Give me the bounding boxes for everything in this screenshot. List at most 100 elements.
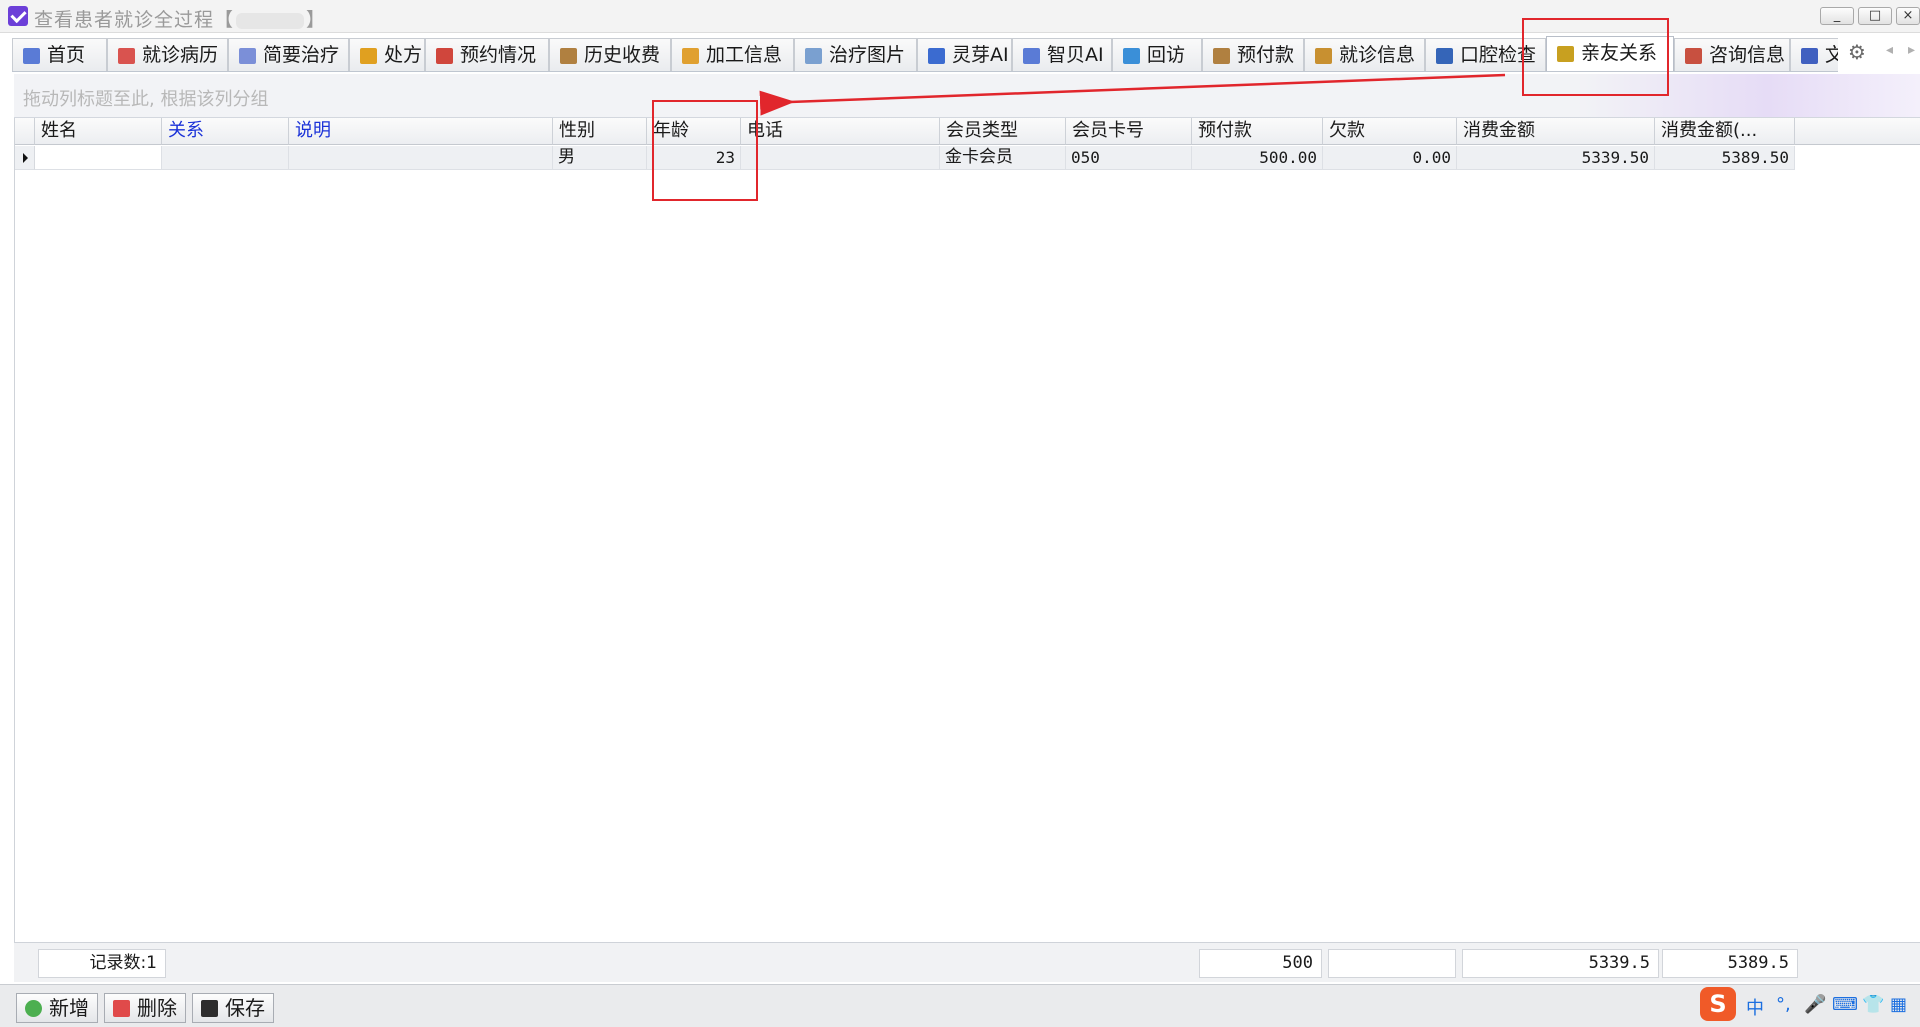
column-header-spent[interactable]: 消费金额 — [1457, 118, 1655, 145]
tab-label: 预约情况 — [460, 44, 537, 66]
column-header-card-no[interactable]: 会员卡号 — [1066, 118, 1192, 145]
refresh-icon — [1123, 48, 1140, 64]
briefcase-icon — [1436, 48, 1453, 64]
footer-spent-total: 5339.5 — [1462, 949, 1659, 978]
tab-clipboard[interactable]: 就诊信息 — [1304, 38, 1425, 71]
ime-tray: S 中 °, 🎤 ⌨ 👕 ▦ — [1700, 984, 1920, 1027]
maximize-button[interactable]: □ — [1858, 7, 1892, 25]
window-title: 查看患者就诊全过程【 】 — [34, 5, 326, 32]
column-header-filler — [1795, 118, 1920, 145]
tab-label: 加工信息 — [706, 44, 783, 66]
cell-member-type[interactable]: 金卡会员 — [940, 146, 1066, 170]
tab-label: 历史收费 — [584, 44, 661, 66]
minimize-button[interactable]: _ — [1820, 7, 1854, 25]
tab-label: 灵芽AI — [952, 44, 1009, 66]
sogou-ime-icon[interactable]: S — [1700, 987, 1736, 1021]
tab-label: 首页 — [47, 44, 86, 66]
column-header-member-type[interactable]: 会员类型 — [940, 118, 1066, 145]
process-icon — [682, 48, 699, 64]
footer-prepay-total: 500 — [1199, 949, 1322, 978]
group-by-hint: 拖动列标题至此, 根据该列分组 — [23, 89, 269, 110]
tab-scroll-left-icon[interactable]: ◂ — [1886, 42, 1893, 58]
row-indicator-icon[interactable] — [15, 146, 35, 170]
ime-mode-icon[interactable]: 中 — [1746, 994, 1764, 1020]
cell-debt[interactable]: 0.00 — [1323, 146, 1457, 170]
cell-spent-2[interactable]: 5389.50 — [1655, 146, 1795, 170]
cell-prepay[interactable]: 500.00 — [1192, 146, 1323, 170]
receipt-icon — [560, 48, 577, 64]
bottom-toolbar: 新增 删除 保存 — [0, 984, 1920, 1027]
annotation-box-age — [652, 100, 758, 201]
home-icon — [23, 48, 40, 64]
cell-card-no[interactable]: 050 — [1066, 146, 1192, 170]
record-count: 记录数:1 — [38, 949, 166, 978]
document-icon — [239, 48, 256, 64]
tab-scroll-right-icon[interactable]: ▸ — [1908, 42, 1915, 58]
tab-spellcheck[interactable]: 文档 — [1790, 38, 1838, 71]
cell-relation[interactable] — [162, 146, 289, 170]
column-header-phone[interactable]: 电话 — [741, 118, 940, 145]
column-header-debt[interactable]: 欠款 — [1323, 118, 1457, 145]
tab-label: 简要治疗 — [263, 44, 340, 66]
column-header-prepay[interactable]: 预付款 — [1192, 118, 1323, 145]
column-header-name[interactable]: 姓名 — [35, 118, 162, 145]
footer-debt-total — [1328, 949, 1456, 978]
tab-label: 文档 — [1825, 44, 1838, 66]
grid-footer: 记录数:1 500 5339.5 5389.5 — [14, 942, 1920, 982]
tab-process[interactable]: 加工信息 — [671, 38, 794, 71]
tab-label: 预付款 — [1237, 44, 1295, 66]
window-icon — [1023, 48, 1040, 64]
cell-name[interactable] — [35, 146, 162, 170]
window-title-prefix: 查看患者就诊全过程【 — [34, 9, 235, 31]
grid-header-corner — [15, 118, 35, 145]
column-header-gender[interactable]: 性别 — [553, 118, 647, 145]
calendar-icon — [436, 48, 453, 64]
tab-label: 就诊病历 — [142, 44, 219, 66]
column-header-spent-2[interactable]: 消费金额(... — [1655, 118, 1795, 145]
tab-window[interactable]: 智贝AI — [1012, 38, 1112, 71]
tab-label: 治疗图片 — [829, 44, 906, 66]
cell-phone[interactable] — [741, 146, 940, 170]
pill-icon — [360, 48, 377, 64]
eye-icon — [928, 48, 945, 64]
tab-medical-record[interactable]: 就诊病历 — [107, 38, 228, 71]
tab-label: 回访 — [1147, 44, 1186, 66]
save-button-label: 保存 — [225, 996, 265, 1020]
tab-eye[interactable]: 灵芽AI — [917, 38, 1012, 71]
window-title-suffix: 】 — [306, 9, 327, 31]
tab-consult[interactable]: 咨询信息 — [1674, 38, 1790, 71]
tab-home[interactable]: 首页 — [12, 38, 107, 71]
tab-receipt[interactable]: 历史收费 — [549, 38, 671, 71]
delete-icon — [113, 1000, 130, 1017]
delete-button[interactable]: 删除 — [104, 993, 186, 1023]
tab-label: 智贝AI — [1047, 44, 1104, 66]
ime-menu-icon[interactable]: ▦ — [1890, 994, 1907, 1015]
ime-punct-icon[interactable]: °, — [1776, 994, 1791, 1015]
cell-spent[interactable]: 5339.50 — [1457, 146, 1655, 170]
microphone-icon[interactable]: 🎤 — [1804, 994, 1826, 1015]
delete-button-label: 删除 — [137, 996, 177, 1020]
column-header-relation[interactable]: 关系 — [162, 118, 289, 145]
annotation-box-tab — [1522, 18, 1669, 96]
close-button[interactable]: × — [1896, 7, 1920, 25]
skin-shirt-icon[interactable]: 👕 — [1862, 994, 1884, 1015]
tab-document[interactable]: 简要治疗 — [228, 38, 349, 71]
add-button[interactable]: 新增 — [16, 993, 98, 1023]
save-button[interactable]: 保存 — [192, 993, 274, 1023]
redacted-patient-name — [236, 12, 305, 29]
tab-label: 就诊信息 — [1339, 44, 1416, 66]
keyboard-icon[interactable]: ⌨ — [1832, 994, 1858, 1015]
tab-image[interactable]: 治疗图片 — [794, 38, 917, 71]
image-icon — [805, 48, 822, 64]
save-icon — [201, 1000, 218, 1017]
tab-prepay[interactable]: 预付款 — [1202, 38, 1304, 71]
consult-icon — [1685, 48, 1702, 64]
gear-icon[interactable]: ⚙ — [1848, 40, 1866, 64]
add-icon — [25, 1000, 42, 1017]
tab-pill[interactable]: 处方 — [349, 38, 425, 71]
cell-gender[interactable]: 男 — [553, 146, 647, 170]
cell-note[interactable] — [289, 146, 553, 170]
tab-refresh[interactable]: 回访 — [1112, 38, 1202, 71]
column-header-note[interactable]: 说明 — [289, 118, 553, 145]
tab-calendar[interactable]: 预约情况 — [425, 38, 549, 71]
